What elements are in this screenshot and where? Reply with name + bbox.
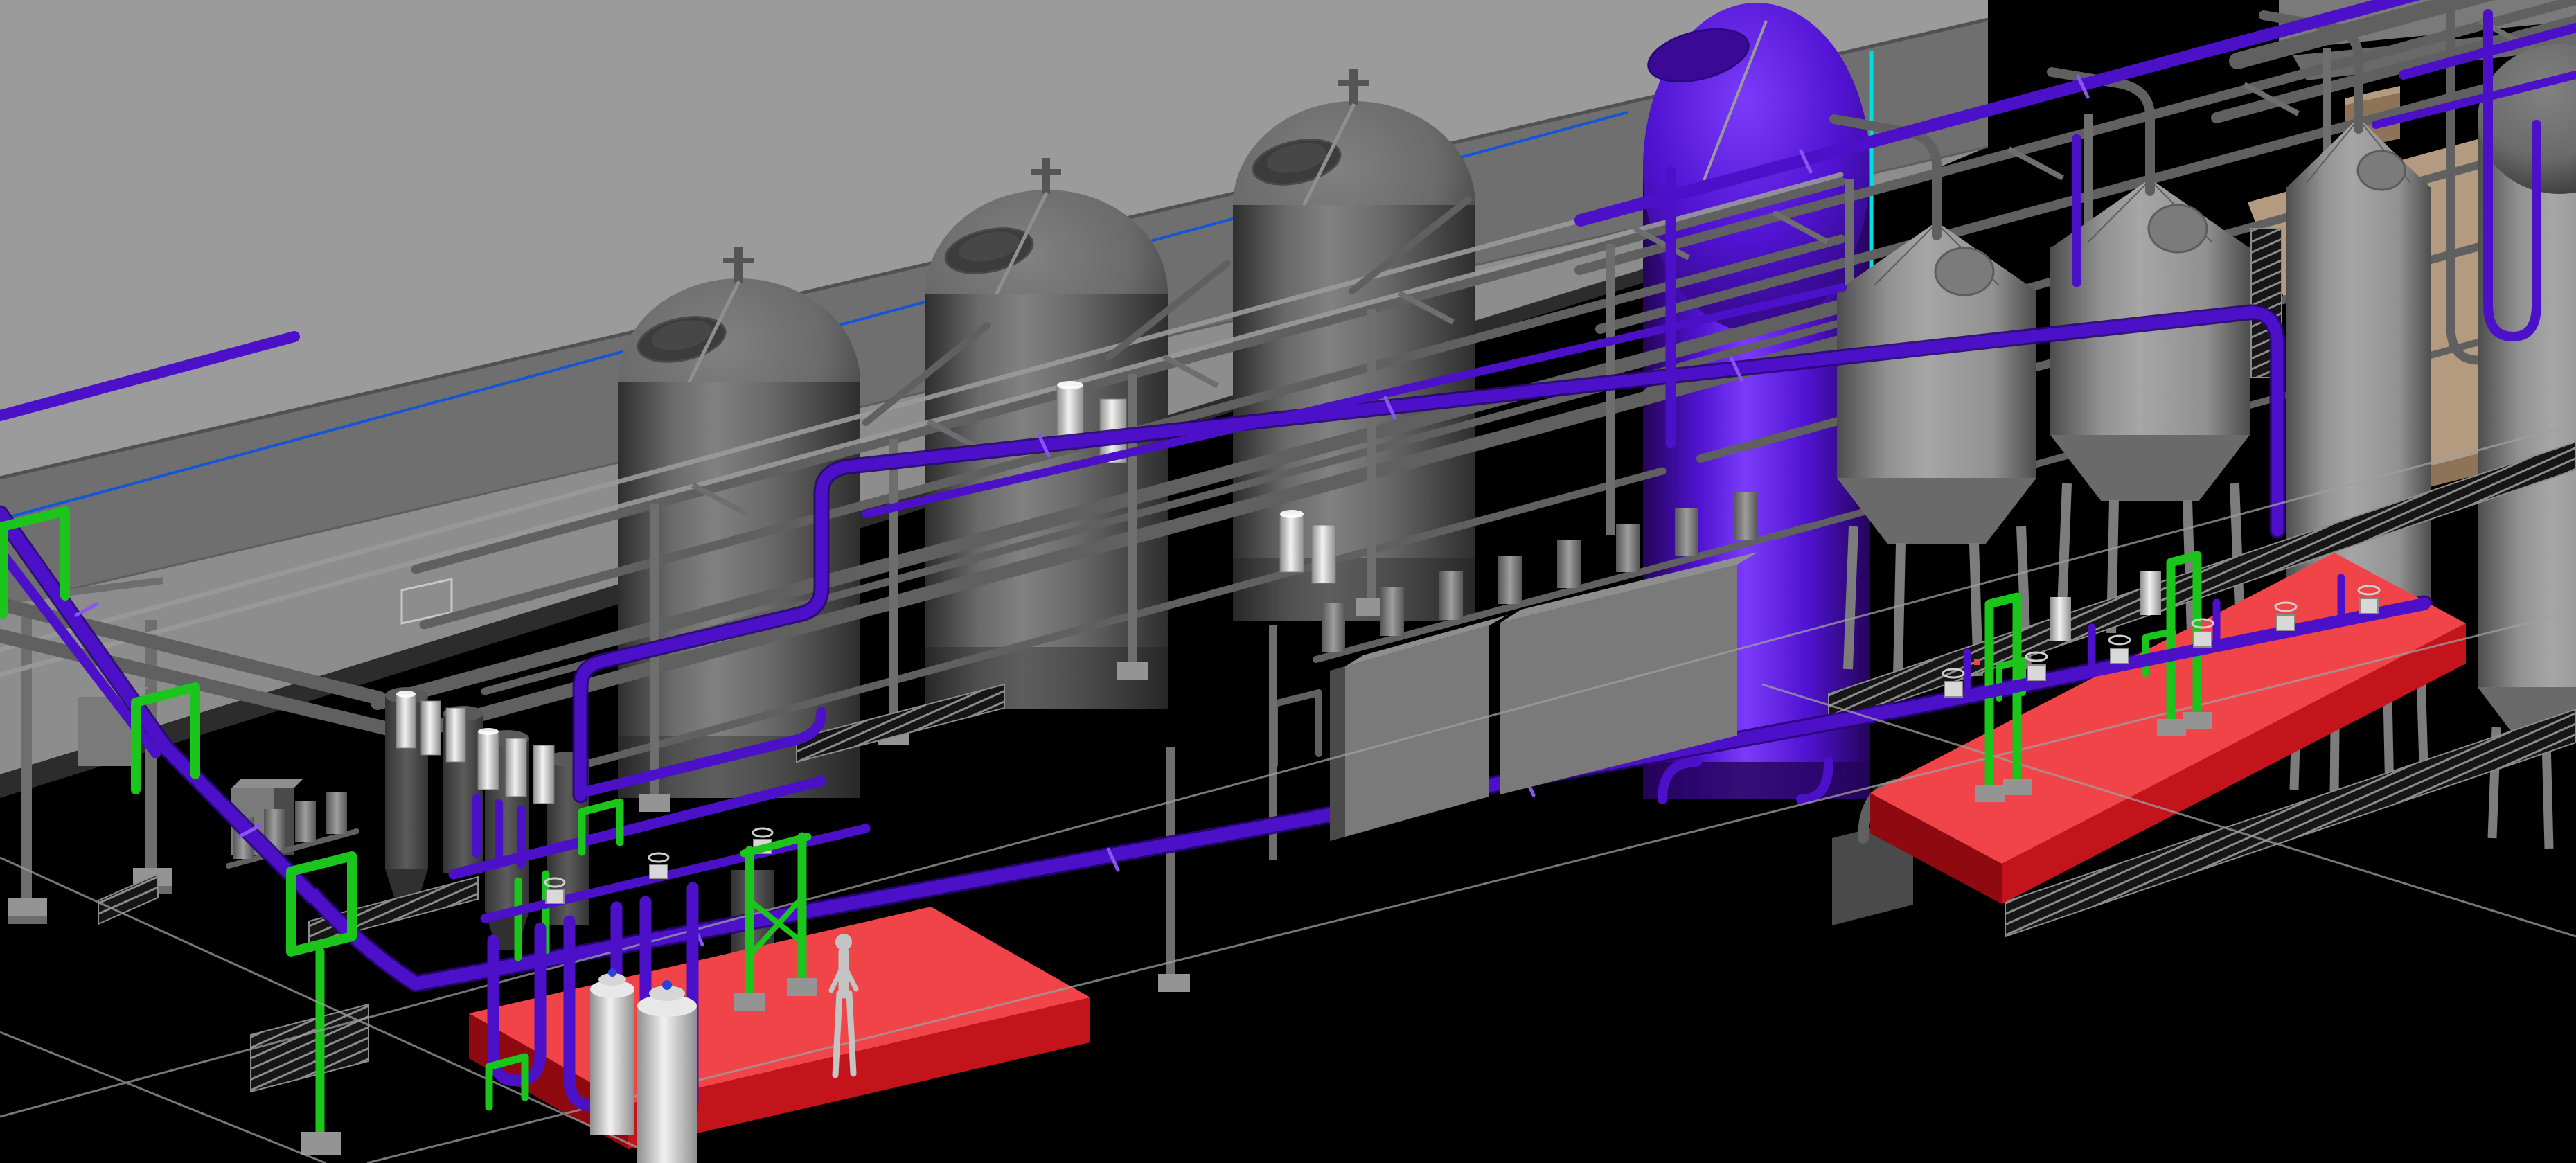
support-footing [301, 1132, 341, 1155]
filter-vessel-1[interactable] [590, 968, 634, 1135]
3d-viewport[interactable] [0, 0, 2576, 1163]
plant-model-canvas[interactable] [0, 0, 2576, 1163]
filter-vessel-2[interactable] [637, 980, 697, 1163]
